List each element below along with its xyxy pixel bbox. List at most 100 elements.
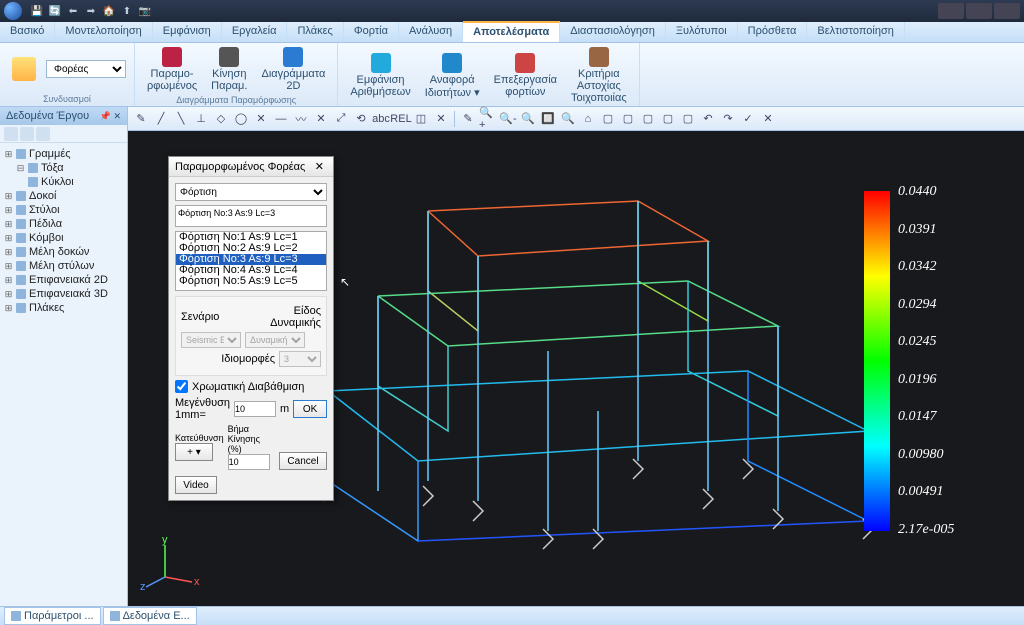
tree-item[interactable]: ⊞Μέλη δοκών: [2, 245, 125, 259]
model-selector[interactable]: Φορέας: [46, 60, 126, 78]
maximize-button[interactable]: [966, 3, 992, 19]
combinations-button[interactable]: [8, 53, 40, 85]
status-tab-data[interactable]: Δεδομένα Ε...: [103, 607, 197, 625]
vp-tool-21[interactable]: 🔲: [539, 110, 557, 128]
tab-8[interactable]: Διαστασιολόγηση: [560, 22, 666, 42]
tree-item[interactable]: ⊞Πέδιλα: [2, 217, 125, 231]
tab-7[interactable]: Αποτελέσματα: [463, 21, 560, 42]
tool-icon[interactable]: [4, 127, 18, 141]
vp-tool-7[interactable]: ―: [272, 110, 290, 128]
vp-tool-1[interactable]: ╱: [152, 110, 170, 128]
vp-tool-23[interactable]: ⌂: [579, 110, 597, 128]
vp-tool-4[interactable]: ◇: [212, 110, 230, 128]
ribbon-btn[interactable]: ΕμφάνισηΑριθμήσεων: [346, 51, 414, 100]
load-list[interactable]: Φόρτιση No:1 As:9 Lc=1Φόρτιση No:2 As:9 …: [175, 231, 327, 291]
qa-redo-icon[interactable]: ➡: [84, 4, 98, 18]
tree-item[interactable]: ⊞Γραμμές: [2, 147, 125, 161]
vp-tool-8[interactable]: 〰: [292, 110, 310, 128]
vp-tool-11[interactable]: ⟲: [352, 110, 370, 128]
app-orb[interactable]: [4, 2, 22, 20]
vp-tool-20[interactable]: 🔍: [519, 110, 537, 128]
viewport-3d[interactable]: ✎╱╲⊥◇◯✕―〰✕⤢⟲abcREL◫✕✎🔍+🔍-🔍🔲🔍⌂▢▢▢▢▢↶↷✓✕: [128, 107, 1024, 606]
tree-item[interactable]: ⊞Κόμβοι: [2, 231, 125, 245]
ribbon-btn[interactable]: Παραμο-ρφωμένος: [143, 45, 201, 94]
qa-undo-icon[interactable]: ⬅: [66, 4, 80, 18]
tab-10[interactable]: Πρόσθετα: [738, 22, 808, 42]
qa-camera-icon[interactable]: 📷: [138, 4, 152, 18]
ribbon-btn[interactable]: Διαγράμματα2D: [257, 45, 329, 94]
tab-4[interactable]: Πλάκες: [287, 22, 343, 42]
dialog-close-icon[interactable]: ✕: [312, 160, 327, 173]
tab-6[interactable]: Ανάλυση: [399, 22, 463, 42]
vp-tool-9[interactable]: ✕: [312, 110, 330, 128]
tree-item[interactable]: ⊞Μέλη στύλων: [2, 259, 125, 273]
dynamic-select[interactable]: Δυναμική: [245, 332, 305, 348]
dialog-titlebar[interactable]: Παραμορφωμένος Φορέας ✕: [169, 157, 333, 177]
qa-refresh-icon[interactable]: 🔄: [48, 4, 62, 18]
cancel-button[interactable]: Cancel: [279, 452, 327, 470]
load-list-item[interactable]: Φόρτιση No:5 As:9 Lc=5: [176, 276, 326, 287]
vp-tool-5[interactable]: ◯: [232, 110, 250, 128]
vp-tool-15[interactable]: ✕: [432, 110, 450, 128]
tab-2[interactable]: Εμφάνιση: [153, 22, 222, 42]
tree-item[interactable]: ⊞Πλάκες: [2, 301, 125, 315]
vp-tool-22[interactable]: 🔍: [559, 110, 577, 128]
direction-button[interactable]: + ▾: [175, 443, 213, 461]
tab-1[interactable]: Μοντελοποίηση: [55, 22, 152, 42]
eigen-select[interactable]: 3: [279, 351, 321, 367]
tool-icon[interactable]: [20, 127, 34, 141]
ribbon-btn[interactable]: ΑναφοράΙδιοτήτων ▾: [421, 51, 484, 101]
minimize-button[interactable]: [938, 3, 964, 19]
pin-icon[interactable]: 📌 ✕: [100, 111, 121, 122]
vp-tool-26[interactable]: ▢: [639, 110, 657, 128]
tab-0[interactable]: Βασικό: [0, 22, 55, 42]
vp-tool-12[interactable]: abc: [372, 110, 390, 128]
tree-item[interactable]: ⊞Δοκοί: [2, 189, 125, 203]
tab-3[interactable]: Εργαλεία: [222, 22, 288, 42]
vp-tool-2[interactable]: ╲: [172, 110, 190, 128]
close-button[interactable]: [994, 3, 1020, 19]
vp-tool-24[interactable]: ▢: [599, 110, 617, 128]
vp-tool-17[interactable]: ✎: [459, 110, 477, 128]
tree-item[interactable]: Κύκλοι: [2, 175, 125, 189]
video-button[interactable]: Video: [175, 476, 217, 494]
color-gradient-checkbox[interactable]: [175, 380, 188, 393]
vp-tool-13[interactable]: REL: [392, 110, 410, 128]
step-input[interactable]: [228, 454, 270, 470]
ribbon-btn[interactable]: Επεξεργασίαφορτίων: [490, 51, 561, 100]
vp-tool-30[interactable]: ↷: [719, 110, 737, 128]
vp-tool-27[interactable]: ▢: [659, 110, 677, 128]
tree-item[interactable]: ⊞Επιφανειακά 3D: [2, 287, 125, 301]
project-tree[interactable]: ⊞Γραμμές⊟ΤόξαΚύκλοι⊞Δοκοί⊞Στύλοι⊞Πέδιλα⊞…: [0, 143, 127, 606]
tree-item[interactable]: ⊞Στύλοι: [2, 203, 125, 217]
tool-icon[interactable]: [36, 127, 50, 141]
qa-home-icon[interactable]: 🏠: [102, 4, 116, 18]
qa-save-icon[interactable]: 💾: [30, 4, 44, 18]
ribbon-btn[interactable]: ΚίνησηΠαραμ.: [207, 45, 251, 94]
vp-tool-14[interactable]: ◫: [412, 110, 430, 128]
ok-button[interactable]: OK: [293, 400, 327, 418]
vp-tool-32[interactable]: ✕: [759, 110, 777, 128]
status-tab-params[interactable]: Παράμετροι ...: [4, 607, 101, 625]
tab-11[interactable]: Βελτιστοποίηση: [807, 22, 905, 42]
vp-tool-10[interactable]: ⤢: [332, 110, 350, 128]
tree-item[interactable]: ⊟Τόξα: [2, 161, 125, 175]
vp-tool-18[interactable]: 🔍+: [479, 110, 497, 128]
tab-9[interactable]: Ξυλότυποι: [666, 22, 738, 42]
vp-tool-3[interactable]: ⊥: [192, 110, 210, 128]
vp-tool-28[interactable]: ▢: [679, 110, 697, 128]
vp-tool-6[interactable]: ✕: [252, 110, 270, 128]
scenario-select[interactable]: Seismic E.A.K. (Stati: [181, 332, 241, 348]
tree-item[interactable]: ⊞Επιφανειακά 2D: [2, 273, 125, 287]
vp-tool-29[interactable]: ↶: [699, 110, 717, 128]
vp-tool-25[interactable]: ▢: [619, 110, 637, 128]
canvas-3d[interactable]: y x z 0.04400.03910.03420.02940.02450.01…: [128, 131, 1024, 606]
ribbon-btn[interactable]: ΚριτήριαΑστοχίαςΤοιχοποιίας: [567, 45, 631, 106]
vp-tool-31[interactable]: ✓: [739, 110, 757, 128]
vp-tool-0[interactable]: ✎: [132, 110, 150, 128]
tab-5[interactable]: Φορτία: [344, 22, 399, 42]
vp-tool-19[interactable]: 🔍-: [499, 110, 517, 128]
magnification-input[interactable]: [234, 401, 276, 417]
load-combo[interactable]: Φόρτιση: [175, 183, 327, 201]
qa-up-icon[interactable]: ⬆: [120, 4, 134, 18]
